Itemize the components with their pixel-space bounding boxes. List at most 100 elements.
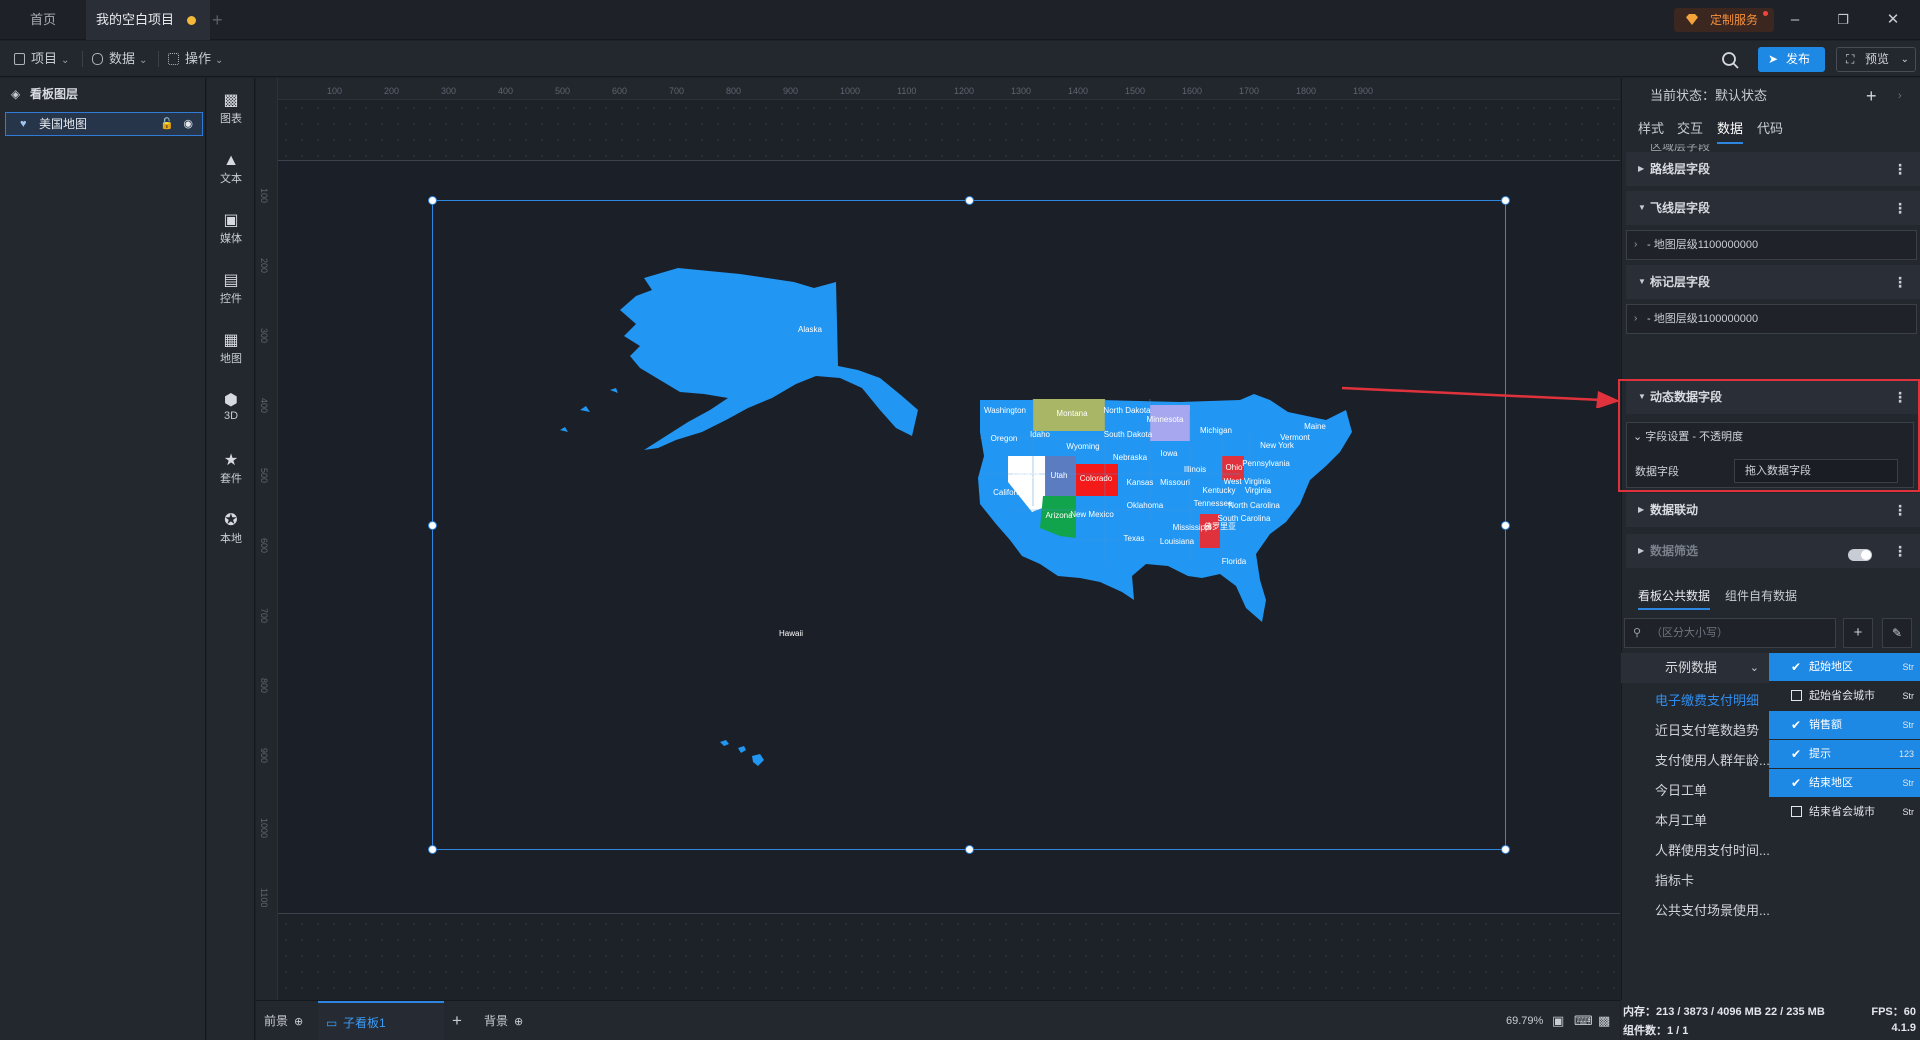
current-state[interactable]: 当前状态：默认状态 xyxy=(1650,88,1767,103)
fit-screen-icon[interactable]: ▣ xyxy=(1552,1001,1564,1040)
section-route-fields[interactable]: ▶ 路线层字段 ⋮ xyxy=(1626,152,1920,186)
resize-handle[interactable] xyxy=(428,521,437,530)
tool-map[interactable]: ▦ 地图 xyxy=(207,328,255,376)
field-item[interactable]: 结束省会城市 Str xyxy=(1769,798,1920,826)
tab-board-public-data[interactable]: 看板公共数据 xyxy=(1638,582,1711,610)
tool-kit[interactable]: ★ 套件 xyxy=(207,448,255,496)
section-data-linkage[interactable]: ▶ 数据联动 ⋮ xyxy=(1626,493,1920,527)
menu-project[interactable]: 项目 ⌄ xyxy=(14,41,69,77)
caret-down-icon: ▼ xyxy=(1638,277,1646,286)
tab-component-own-data[interactable]: 组件自有数据 xyxy=(1725,582,1797,610)
preview-button[interactable]: ⛶ 预览 ⌄ xyxy=(1836,47,1916,72)
unlock-icon[interactable]: 🔓 xyxy=(160,113,174,135)
data-filter-toggle[interactable] xyxy=(1848,549,1872,561)
check-icon: ✔ xyxy=(1791,660,1802,674)
dataset-item[interactable]: 近日支付笔数趋势 xyxy=(1621,716,1771,746)
checkbox-icon xyxy=(1791,806,1802,817)
chevron-down-icon: ⌄ xyxy=(1749,662,1759,674)
marker-sub-item[interactable]: › - 地图层级1100000000 xyxy=(1626,304,1917,334)
section-marker-fields[interactable]: ▼ 标记层字段 ⋮ xyxy=(1626,265,1920,299)
dataset-item[interactable]: 人群使用支付时间... xyxy=(1621,836,1771,866)
more-icon[interactable]: ⋮ xyxy=(1893,191,1907,225)
chevron-right-icon[interactable]: › xyxy=(1898,78,1902,114)
resize-handle[interactable] xyxy=(1501,521,1510,530)
tab-project[interactable]: 我的空白项目 xyxy=(86,0,210,40)
resize-handle[interactable] xyxy=(428,845,437,854)
selection-box[interactable] xyxy=(428,196,1510,854)
tool-media[interactable]: ▣ 媒体 xyxy=(207,208,255,256)
background-label: 背景 xyxy=(484,1014,509,1028)
dataset-item[interactable]: 今日工单 xyxy=(1621,776,1771,806)
tab-foreground[interactable]: 前景 ⊕ xyxy=(264,1001,303,1040)
more-icon[interactable]: ⋮ xyxy=(1893,534,1907,568)
field-item[interactable]: ✔ 起始地区 Str xyxy=(1769,653,1920,681)
tab-style[interactable]: 样式 xyxy=(1638,114,1664,144)
menu-operate[interactable]: 操作 ⌄ xyxy=(168,41,223,77)
more-icon[interactable]: ⋮ xyxy=(1893,152,1907,186)
publish-button[interactable]: ➤ 发布 xyxy=(1758,47,1825,72)
field-item[interactable]: 起始省会城市 Str xyxy=(1769,682,1920,710)
tab-data[interactable]: 数据 xyxy=(1717,114,1744,144)
ruler-tick-label: 1200 xyxy=(954,86,975,96)
tab-sub-board[interactable]: ▭ 子看板1 xyxy=(318,1001,444,1040)
ruler-tick-label: 300 xyxy=(441,86,457,96)
ruler-left: 100 200 300 400 500 600 700 800 900 1000 1100 xyxy=(256,78,278,1000)
add-board-button[interactable]: + xyxy=(452,1001,462,1040)
custom-service-button[interactable]: 定制服务 xyxy=(1674,8,1774,32)
resize-handle[interactable] xyxy=(1501,196,1510,205)
add-circle-icon[interactable]: ⊕ xyxy=(514,1016,523,1028)
version-label: 4.1.9 xyxy=(1891,1022,1916,1034)
tool-chart[interactable]: ▩ 图表 xyxy=(207,88,255,136)
resize-handle[interactable] xyxy=(428,196,437,205)
tab-interaction[interactable]: 交互 xyxy=(1677,114,1703,144)
field-item[interactable]: ✔ 销售额 Str xyxy=(1769,711,1920,739)
search-icon[interactable] xyxy=(1719,49,1741,71)
resize-handle[interactable] xyxy=(965,845,974,854)
dataset-item[interactable]: 指标卡 xyxy=(1621,866,1771,896)
status-bar: 内存：213 / 3873 / 4096 MB 22 / 235 MB FPS：… xyxy=(1621,1000,1920,1040)
add-tab-button[interactable]: + xyxy=(212,0,232,40)
section-flyline-fields[interactable]: ▼ 飞线层字段 ⋮ xyxy=(1626,191,1920,225)
resize-handle[interactable] xyxy=(965,196,974,205)
dataset-item[interactable]: 公共支付场景使用... xyxy=(1621,896,1771,926)
edit-icon[interactable]: ✎ xyxy=(1882,618,1912,648)
restore-icon[interactable]: ❐ xyxy=(1830,8,1856,32)
field-type: Str xyxy=(1902,778,1914,788)
add-dataset-button[interactable]: + xyxy=(1843,618,1873,648)
tab-background[interactable]: 背景 ⊕ xyxy=(484,1001,523,1040)
tab-code[interactable]: 代码 xyxy=(1757,114,1783,144)
tool-control[interactable]: ▤ 控件 xyxy=(207,268,255,316)
flyline-sub-item[interactable]: › - 地图层级1100000000 xyxy=(1626,230,1917,260)
layer-item-label: 美国地图 xyxy=(39,117,88,131)
dataset-group-select[interactable]: 示例数据 ⌄ xyxy=(1621,653,1769,683)
close-icon[interactable]: ✕ xyxy=(1880,8,1906,32)
section-data-filter[interactable]: ▶ 数据筛选 ⋮ xyxy=(1626,534,1920,568)
zoom-level[interactable]: 69.79% xyxy=(1506,1001,1543,1040)
tab-home[interactable]: 首页 xyxy=(0,0,85,40)
layer-item-us-map[interactable]: ♥ 美国地图 🔓 ◉ xyxy=(5,112,203,136)
tool-text[interactable]: ▲ 文本 xyxy=(207,148,255,196)
puzzle-icon: ✪ xyxy=(224,512,238,529)
add-circle-icon[interactable]: ⊕ xyxy=(294,1016,303,1028)
field-item[interactable]: ✔ 提示 123 xyxy=(1769,740,1920,768)
more-icon[interactable]: ⋮ xyxy=(1893,265,1907,299)
dataset-item[interactable]: 支付使用人群年龄... xyxy=(1621,746,1771,776)
dataset-search-input[interactable]: ⚲ （区分大小写） xyxy=(1624,618,1836,648)
chevron-down-icon: ⌄ xyxy=(61,55,70,66)
dataset-item[interactable]: 电子缴费支付明细 xyxy=(1621,686,1771,716)
tool-3d[interactable]: ⬢ 3D xyxy=(207,388,255,436)
resize-handle[interactable] xyxy=(1501,845,1510,854)
terminal-icon[interactable]: ▩ xyxy=(1598,1001,1610,1040)
menu-data[interactable]: 数据 ⌄ xyxy=(92,41,147,77)
field-list: ✔ 起始地区 Str 起始省会城市 Str ✔ 销售额 Str ✔ 提示 123 ✔ 结束地区 S… xyxy=(1769,653,1920,823)
minimize-icon[interactable]: – xyxy=(1782,8,1808,32)
field-item[interactable]: ✔ 结束地区 Str xyxy=(1769,769,1920,797)
keyboard-icon[interactable]: ⌨ xyxy=(1574,1001,1593,1040)
tool-local[interactable]: ✪ 本地 xyxy=(207,508,255,556)
eye-icon[interactable]: ◉ xyxy=(183,113,193,135)
ruler-tick-label: 500 xyxy=(259,468,269,484)
dataset-item[interactable]: 本月工单 xyxy=(1621,806,1771,836)
more-icon[interactable]: ⋮ xyxy=(1893,493,1907,527)
dataset-list: 电子缴费支付明细 近日支付笔数趋势 支付使用人群年龄... 今日工单 本月工单 … xyxy=(1621,686,1771,918)
add-state-icon[interactable]: + xyxy=(1866,78,1877,114)
